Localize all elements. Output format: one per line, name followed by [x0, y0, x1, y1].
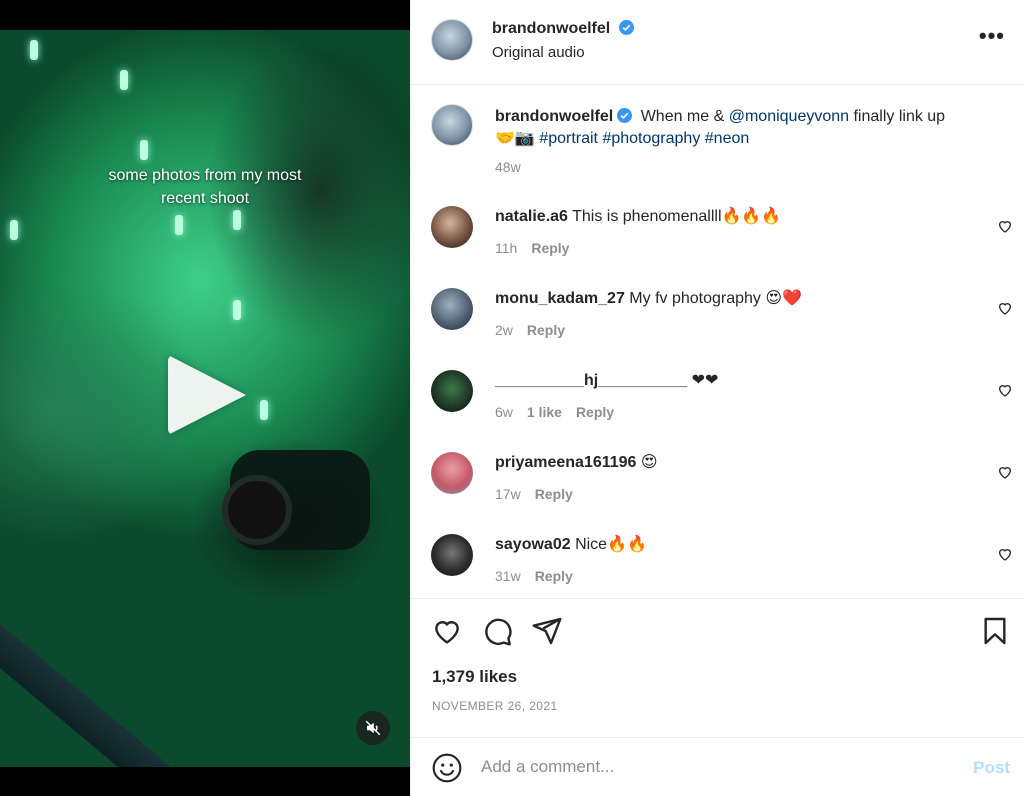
camera-lens	[222, 475, 292, 545]
caption-username[interactable]: brandonwoelfel	[495, 108, 613, 125]
like-comment-heart-icon[interactable]	[997, 218, 1013, 234]
comment-timestamp[interactable]: 31w	[495, 568, 521, 584]
caption-text-part: When me &	[640, 108, 729, 125]
comment-text: monu_kadam_27 My fv photography 😍❤️	[495, 288, 995, 310]
comment-meta: 6w 1 like Reply	[495, 404, 614, 420]
comment-text: __________hj__________ ❤❤	[495, 370, 995, 392]
caption-meta: 48w	[495, 159, 521, 175]
hashtag-link[interactable]: #portrait	[539, 130, 598, 147]
led-light	[10, 220, 18, 240]
caption-timestamp[interactable]: 48w	[495, 159, 521, 175]
led-light	[260, 400, 268, 420]
post-date[interactable]: NOVEMBER 26, 2021	[432, 699, 558, 713]
comment-like-count[interactable]: 1 like	[527, 404, 562, 420]
author-avatar[interactable]	[431, 19, 473, 61]
led-light	[233, 210, 241, 230]
reply-button[interactable]: Reply	[535, 486, 573, 502]
comment-meta: 11h Reply	[495, 240, 569, 256]
caption-text: brandonwoelfel When me & @moniqueyvonn f…	[495, 106, 995, 150]
emoji-icon[interactable]	[431, 752, 463, 784]
mention-link[interactable]: @moniqueyvonn	[729, 108, 849, 125]
led-light	[175, 215, 183, 235]
speaker-muted-icon	[365, 720, 381, 736]
commenter-avatar[interactable]	[431, 206, 473, 248]
comment-text: sayowa02 Nice🔥🔥	[495, 534, 995, 556]
comment-body: This is phenomenallll🔥🔥🔥	[572, 208, 782, 225]
post-comment-button[interactable]: Post	[973, 758, 1010, 778]
more-options-button[interactable]: •••	[979, 25, 1005, 47]
reply-button[interactable]: Reply	[527, 322, 565, 338]
like-comment-heart-icon[interactable]	[997, 546, 1013, 562]
commenter-avatar[interactable]	[431, 534, 473, 576]
like-comment-heart-icon[interactable]	[997, 464, 1013, 480]
comment-composer: Post	[411, 737, 1024, 796]
comment-text: natalie.a6 This is phenomenallll🔥🔥🔥	[495, 206, 995, 228]
like-count[interactable]: 1,379 likes	[432, 667, 517, 687]
video-caption: some photos from my most recent shoot	[0, 164, 410, 210]
comment-timestamp[interactable]: 6w	[495, 404, 513, 420]
reply-button[interactable]: Reply	[576, 404, 614, 420]
post-details-panel: brandonwoelfel Original audio ••• brando…	[410, 0, 1024, 796]
author-info: brandonwoelfel	[492, 20, 634, 38]
commenter-username[interactable]: natalie.a6	[495, 208, 568, 225]
save-bookmark-icon[interactable]	[979, 615, 1011, 647]
comment-meta: 2w Reply	[495, 322, 565, 338]
comment-bubble-icon[interactable]	[481, 615, 513, 647]
commenter-username[interactable]: __________hj__________	[495, 372, 687, 389]
hashtag-link[interactable]: #photography	[602, 130, 700, 147]
led-light	[120, 70, 128, 90]
comment-timestamp[interactable]: 2w	[495, 322, 513, 338]
post-actions: 1,379 likes NOVEMBER 26, 2021 Post	[411, 598, 1024, 796]
comment-meta: 31w Reply	[495, 568, 573, 584]
play-icon[interactable]	[168, 355, 246, 435]
comment-body: ❤❤	[691, 372, 719, 389]
like-comment-heart-icon[interactable]	[997, 382, 1013, 398]
commenter-avatar[interactable]	[431, 452, 473, 494]
like-heart-icon[interactable]	[431, 615, 463, 647]
commenter-username[interactable]: sayowa02	[495, 536, 571, 553]
video-caption-line-2: recent shoot	[160, 190, 250, 207]
comment-timestamp[interactable]: 11h	[495, 240, 517, 256]
comment-text: priyameena161196 😍	[495, 452, 995, 474]
author-username[interactable]: brandonwoelfel	[492, 20, 610, 37]
reply-button[interactable]: Reply	[531, 240, 569, 256]
hashtag-link[interactable]: #neon	[705, 130, 750, 147]
reply-button[interactable]: Reply	[535, 568, 573, 584]
share-paper-plane-icon[interactable]	[531, 615, 563, 647]
post-header: brandonwoelfel Original audio •••	[411, 0, 1024, 85]
comment-meta: 17w Reply	[495, 486, 573, 502]
post-media[interactable]: some photos from my most recent shoot	[0, 0, 410, 796]
comment-body: My fv photography 😍❤️	[629, 290, 802, 307]
verified-badge-icon	[618, 20, 634, 35]
led-light	[233, 300, 241, 320]
comment-body: 😍	[640, 454, 658, 471]
caption-text-part: finally link up	[849, 108, 946, 125]
verified-badge-icon	[617, 108, 633, 123]
caption-author-avatar[interactable]	[431, 104, 473, 146]
comment-input[interactable]	[481, 752, 921, 782]
caption-emojis: 🤝📷	[495, 130, 535, 147]
audio-label[interactable]: Original audio	[492, 44, 585, 61]
like-comment-heart-icon[interactable]	[997, 300, 1013, 316]
commenter-username[interactable]: priyameena161196	[495, 454, 636, 471]
comments-list[interactable]: brandonwoelfel When me & @moniqueyvonn f…	[411, 86, 1024, 598]
commenter-username[interactable]: monu_kadam_27	[495, 290, 625, 307]
led-light	[140, 140, 148, 160]
led-light	[30, 40, 38, 60]
comment-body: Nice🔥🔥	[575, 536, 647, 553]
comment-timestamp[interactable]: 17w	[495, 486, 521, 502]
commenter-avatar[interactable]	[431, 370, 473, 412]
foreground-rail	[0, 590, 206, 767]
video-caption-line-1: some photos from my most	[108, 167, 302, 184]
commenter-avatar[interactable]	[431, 288, 473, 330]
mute-button[interactable]	[356, 711, 390, 745]
